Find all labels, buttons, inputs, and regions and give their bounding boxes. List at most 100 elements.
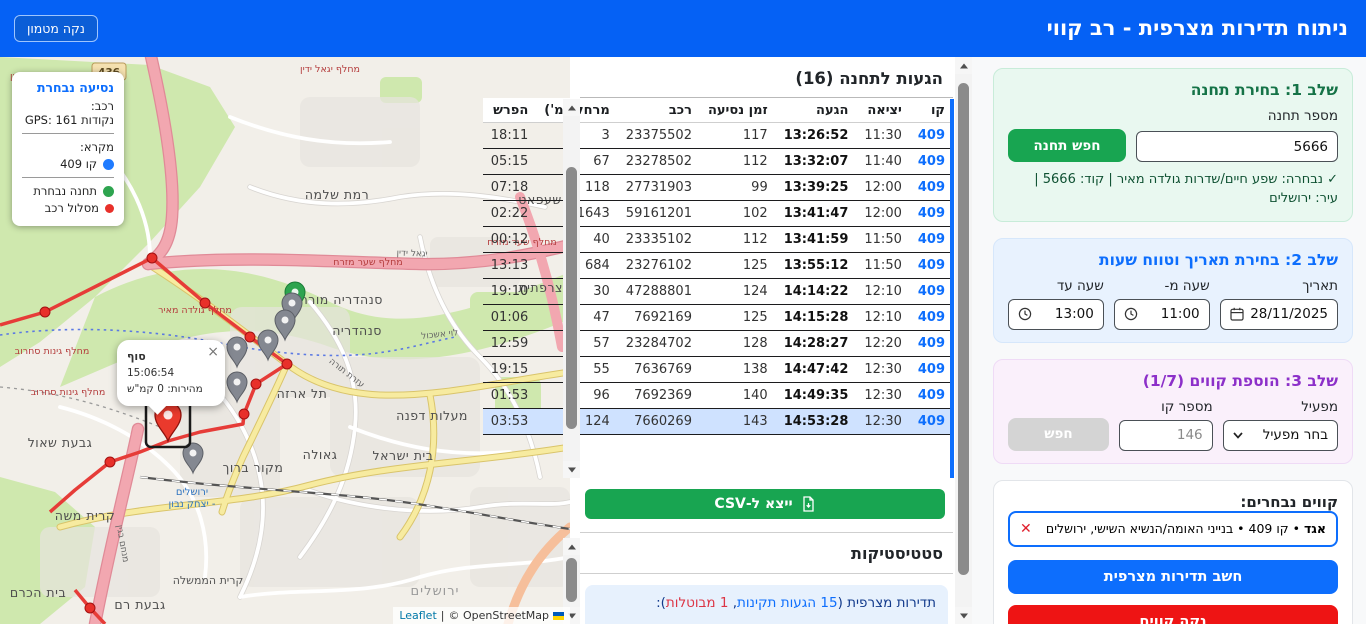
- table-cell: 13:41:59: [776, 227, 857, 253]
- table-scrollbar-thumb[interactable]: [566, 167, 577, 429]
- legend-divider: [22, 133, 114, 134]
- table-row[interactable]: 40911:4013:32:07112232785026705:15: [483, 149, 953, 175]
- search-line-button-disabled: חפש: [1008, 418, 1109, 451]
- table-cell: 14:28:27: [776, 331, 857, 357]
- station-number-input[interactable]: [1136, 131, 1338, 162]
- line-number-input[interactable]: 146: [1119, 420, 1213, 451]
- table-row[interactable]: 40912:3014:49:3514076923699601:53: [483, 383, 953, 409]
- table-row[interactable]: 40912:3014:53:28143766026912403:53: [483, 409, 953, 435]
- chevron-down-icon: [1233, 432, 1243, 439]
- clock-icon[interactable]: [1124, 307, 1138, 321]
- scroll-up-arrow-icon[interactable]: [563, 538, 580, 555]
- line-link[interactable]: 409: [910, 175, 953, 201]
- map-label: מעלות דפנה: [396, 408, 468, 423]
- table-cell: 102: [700, 201, 776, 227]
- line-link[interactable]: 409: [910, 123, 953, 149]
- table-cell: 124: [700, 279, 776, 305]
- table-cell: 12:00: [856, 201, 909, 227]
- map-label: סנהדריה: [332, 323, 382, 338]
- line-link[interactable]: 409: [910, 253, 953, 279]
- table-cell: 11:50: [856, 253, 909, 279]
- table-cell: 12:59: [483, 331, 536, 357]
- time-to-input[interactable]: 13:00: [1008, 299, 1104, 330]
- step1-card: שלב 1: בחירת תחנה מספר תחנה חפש תחנה ✓ נ…: [993, 68, 1353, 222]
- stats-scrollbar-thumb[interactable]: [566, 558, 577, 602]
- ukraine-flag-icon: [553, 612, 564, 620]
- selected-line-item[interactable]: אגד • קו 409 • בנייני האומה/הנשיא השישי,…: [1008, 511, 1338, 547]
- table-cell: 14:47:42: [776, 357, 857, 383]
- line-link[interactable]: 409: [910, 149, 953, 175]
- table-row[interactable]: 40912:2014:28:27128232847025712:59: [483, 331, 953, 357]
- legend-station-item: תחנה נבחרת: [22, 184, 114, 198]
- date-label: תאריך: [1220, 278, 1338, 294]
- operator-label: מפעיל: [1223, 399, 1338, 415]
- scroll-up-arrow-icon[interactable]: [955, 57, 972, 74]
- line-link[interactable]: 409: [910, 409, 953, 435]
- line-link[interactable]: 409: [910, 357, 953, 383]
- popup-close-icon[interactable]: ×: [207, 342, 219, 364]
- line-link[interactable]: 409: [910, 383, 953, 409]
- selected-lines-title: קווים נבחרים:: [1008, 493, 1338, 511]
- table-header-row: קו יציאה הגעה זמן נסיעה רכב מרחק (מ') הפ…: [483, 98, 953, 123]
- calendar-icon[interactable]: [1230, 307, 1244, 321]
- time-from-input[interactable]: 11:00: [1114, 299, 1210, 330]
- remove-line-icon[interactable]: ✕: [1020, 521, 1032, 537]
- legend-route-item: מסלול רכב: [22, 201, 114, 215]
- line-link[interactable]: 409: [910, 279, 953, 305]
- date-input[interactable]: 28/11/2025: [1220, 299, 1338, 330]
- table-cell: 112: [700, 227, 776, 253]
- map-attribution: Leaflet | © OpenStreetMap: [393, 607, 570, 624]
- arrivals-title: הגעות לתחנה (16): [580, 57, 953, 98]
- table-cell: 01:06: [483, 305, 536, 331]
- line-link[interactable]: 409: [910, 201, 953, 227]
- scroll-up-arrow-icon[interactable]: [563, 99, 580, 116]
- table-cell: 14:14:22: [776, 279, 857, 305]
- table-row[interactable]: 40912:1014:15:2812576921694701:06: [483, 305, 953, 331]
- table-cell: 7692169: [618, 305, 700, 331]
- legend-title[interactable]: נסיעה נבחרת: [22, 80, 114, 95]
- line-number-label: מספר קו: [1119, 399, 1213, 415]
- table-cell: 05:15: [483, 149, 536, 175]
- popup-title: סוף: [127, 348, 215, 365]
- leaflet-link[interactable]: Leaflet: [399, 609, 436, 622]
- calculate-frequency-button[interactable]: חשב תדירות מצרפית: [1008, 560, 1338, 594]
- map-label: גבעת שאול: [28, 435, 93, 450]
- table-row[interactable]: 40911:5013:41:59112233351024000:12: [483, 227, 953, 253]
- clear-cache-button[interactable]: נקה מטמון: [14, 15, 98, 42]
- export-csv-button[interactable]: ייצא ל-CSV: [585, 489, 945, 519]
- clock-icon[interactable]: [1018, 307, 1032, 321]
- table-row[interactable]: 40912:1014:14:22124472888013019:10: [483, 279, 953, 305]
- table-row[interactable]: 40912:0013:41:4710259161201164302:22: [483, 201, 953, 227]
- table-row[interactable]: 40912:0013:39:25992773190311807:18: [483, 175, 953, 201]
- clear-lines-button[interactable]: נקה קווים: [1008, 605, 1338, 624]
- map-label: מחלף יגאל ידין: [300, 64, 360, 75]
- table-cell: 23335102: [618, 227, 700, 253]
- table-row[interactable]: 40911:3013:26:5211723375502318:11: [483, 123, 953, 149]
- legend-vehicle-label: רכב:: [22, 99, 114, 113]
- line-link[interactable]: 409: [910, 331, 953, 357]
- blue-dot-icon: [103, 159, 114, 170]
- map-label: מחלף גינות סחרוב: [31, 387, 106, 398]
- panel-scrollbar-thumb[interactable]: [958, 83, 969, 575]
- table-row[interactable]: 40912:3014:47:4213876367695519:15: [483, 357, 953, 383]
- search-station-button[interactable]: חפש תחנה: [1008, 129, 1126, 162]
- table-cell: 18:11: [483, 123, 536, 149]
- osm-credit[interactable]: © OpenStreetMap: [448, 609, 549, 622]
- scroll-down-arrow-icon[interactable]: [955, 607, 972, 624]
- line-link[interactable]: 409: [910, 227, 953, 253]
- scroll-down-arrow-icon[interactable]: [563, 461, 580, 478]
- table-cell: 23375502: [618, 123, 700, 149]
- operator-select[interactable]: בחר מפעיל: [1223, 420, 1338, 451]
- panel-scrollbar[interactable]: [955, 57, 972, 624]
- map-label: מחלף גינות סחרוב: [15, 346, 90, 357]
- popup-speed: מהירות: 0 קמ"ש: [127, 381, 215, 397]
- line-link[interactable]: 409: [910, 305, 953, 331]
- selected-lines-card: קווים נבחרים: אגד • קו 409 • בנייני האומ…: [993, 480, 1353, 624]
- table-scrollbar[interactable]: [563, 99, 580, 478]
- page-title: ניתוח תדירות מצרפית - רב קווי: [1047, 0, 1348, 57]
- table-row[interactable]: 40911:5013:55:121252327610268413:13: [483, 253, 953, 279]
- table-cell: 23284702: [618, 331, 700, 357]
- table-cell: 19:15: [483, 357, 536, 383]
- table-cell: 13:32:07: [776, 149, 857, 175]
- table-cell: 03:53: [483, 409, 536, 435]
